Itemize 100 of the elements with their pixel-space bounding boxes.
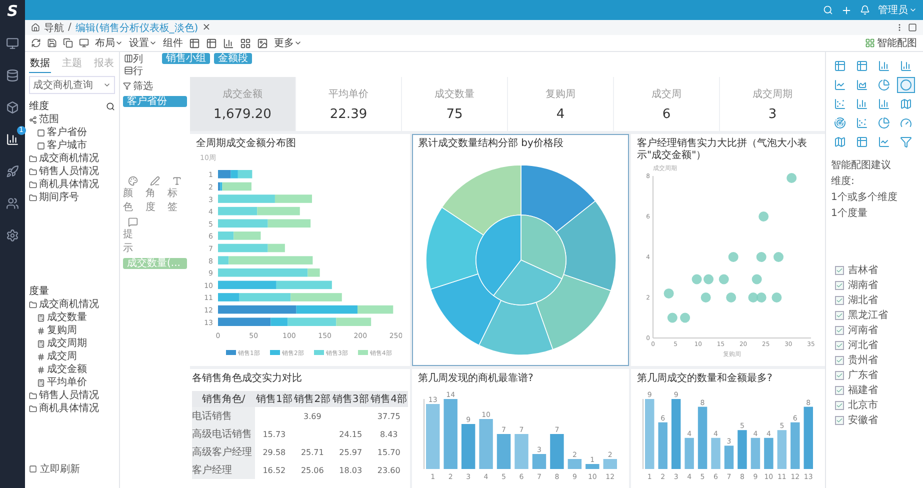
layout-icon[interactable] [240,38,251,48]
tree-item[interactable]: 复购周 [29,324,115,337]
plus-icon[interactable] [841,4,852,16]
tree-item[interactable]: 成交数量 [29,311,115,324]
column-header: 销售4部 [370,391,408,407]
kpi-card[interactable]: 成交周 6 [614,77,719,131]
bar [426,404,440,469]
smart-chart-button[interactable]: 智能配图 [865,36,917,50]
toolbar-menu[interactable]: 布局 [95,36,123,50]
bubble [700,292,711,302]
donut-chart-icon[interactable] [897,77,915,93]
chart-title: 第几周发现的商机最靠谱? [418,373,534,385]
province-checkbox[interactable]: 河南省 [831,324,918,337]
calc-icon [37,340,45,348]
bubble [718,274,729,284]
tree-item[interactable]: 成交金额 [29,363,115,376]
kpi-card[interactable]: 成交数量 75 [402,77,507,131]
bar [532,454,546,469]
bar [671,399,681,469]
breadcrumb-link[interactable]: 导航 [44,20,64,34]
province-checkbox[interactable]: 贵州省 [831,354,918,367]
kpi-card[interactable]: 平均单价 22.39 [296,77,401,131]
kpi-card[interactable]: 复购周 4 [508,77,613,131]
tree-item[interactable]: 期间序号 [29,191,115,204]
province-checkbox[interactable]: 福建省 [831,384,918,397]
bar [684,438,694,469]
mark-button[interactable]: 提示 [123,217,142,255]
number-icon [37,352,45,360]
bar [738,430,747,469]
area-icon [856,79,868,91]
tree-item[interactable]: 成交周期 [29,337,115,350]
bubble [748,292,758,302]
funnel-icon [900,136,912,148]
kpi-card[interactable]: 成交金额 1,679.20 [190,77,295,131]
home-icon[interactable] [31,23,40,32]
close-icon[interactable]: × [202,22,211,33]
refresh-button[interactable]: 立即刷新 [29,458,115,486]
tree-item[interactable]: 销售人员情况 [29,389,115,402]
mark-button[interactable]: 颜色 [123,176,142,214]
mark-button[interactable]: 角度 [145,176,165,214]
tree-item[interactable]: 成交商机情况 [29,152,115,165]
tree-item[interactable]: 商机具体情况 [29,402,115,415]
bar [777,430,787,469]
tree-item[interactable]: 客户城市 [29,139,115,152]
province-checkbox[interactable]: 广东省 [831,369,918,382]
donut-icon [900,79,912,91]
tree-item[interactable]: 范围 [29,113,115,126]
toolbar-menu[interactable]: 设置 [129,36,157,50]
column-header: 销售2部 [293,391,332,407]
search-icon[interactable] [106,102,115,110]
refresh-icon[interactable] [31,38,41,48]
label-icon [172,176,182,186]
bar [268,219,311,228]
bubble [758,212,769,222]
monitor-icon[interactable] [79,38,89,48]
maximize-icon[interactable] [908,23,917,32]
bell-icon[interactable] [860,5,870,15]
table-icon[interactable] [189,38,200,48]
chart-title: 第几周成交的数量和金额最多? [637,373,774,385]
province-checkbox[interactable]: 黑龙江省 [831,309,918,322]
chart-title: 累计成交数量结构分部 by价格段 [418,138,564,150]
tree-item[interactable]: 销售人员情况 [29,165,115,178]
copy-icon[interactable] [63,38,73,48]
panel-tab[interactable]: 数据 [29,54,51,73]
color-icon [128,176,138,186]
filter-icon [123,82,131,90]
toolbar-menu[interactable]: 更多 [274,36,302,50]
province-checkbox[interactable]: 北京市 [831,399,918,412]
table-icon[interactable] [206,38,217,48]
source-select[interactable]: 成交商机查询 [29,76,115,94]
column-header: 销售角色/ [192,391,256,407]
kpi-card[interactable]: 成交周期 3 [720,77,825,131]
tree-item[interactable]: 客户省份 [29,126,115,139]
bar [711,438,720,469]
line-icon [834,79,846,91]
province-checkbox[interactable]: 湖北省 [831,294,918,307]
folder-icon [29,168,37,176]
check-icon [836,357,843,364]
bar [276,280,332,290]
save-icon[interactable] [47,38,57,48]
check-icon [836,297,843,304]
province-checkbox[interactable]: 安徽省 [831,414,918,427]
province-checkbox[interactable]: 河北省 [831,339,918,352]
square-icon [29,465,37,473]
number-icon [37,366,45,374]
mark-button[interactable]: 标签 [168,176,187,214]
tree-item[interactable]: 成交商机情况 [29,298,115,311]
tree-item[interactable]: 商机具体情况 [29,178,115,191]
folder-icon [29,180,37,188]
province-checkbox[interactable]: 湖南省 [831,279,918,292]
caret-icon [103,81,111,89]
bubble [667,312,678,323]
tree-item[interactable]: 成交周 [29,350,115,363]
bar-chart-icon[interactable] [223,38,234,48]
table-icon [834,60,846,72]
province-checkbox[interactable]: 吉林省 [831,264,918,277]
tree-item[interactable]: 平均单价 [29,376,115,389]
folder-icon [29,300,37,308]
image-icon[interactable] [257,38,268,48]
kpi-value: 75 [446,106,463,122]
